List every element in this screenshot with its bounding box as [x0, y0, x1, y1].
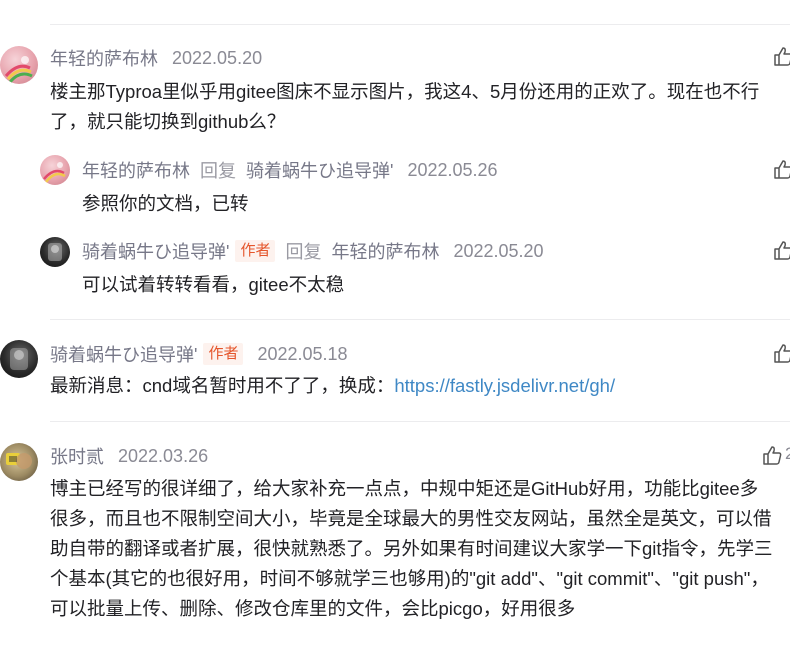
- comment-meta: 年轻的萨布林 2022.05.20: [50, 45, 262, 71]
- reply-to-username[interactable]: 骑着蜗牛ひ追导弹': [246, 157, 393, 183]
- reply-text: 参照你的文档，已转: [82, 193, 249, 214]
- comment-text: 楼主那Typroa里似乎用gitee图床不显示图片，我这4、5月份还用的正欢了。…: [50, 77, 759, 137]
- comment-text: 最新消息：cnd域名暂时用不了了，换成：https://fastly.jsdel…: [50, 371, 615, 401]
- comment-date: 2022.03.26: [118, 445, 209, 466]
- comment-link[interactable]: https://fastly.jsdelivr.net/gh/: [394, 375, 615, 396]
- avatar[interactable]: [40, 237, 70, 267]
- comment-line: 博主已经写的很详细了，给大家补充一点点，中规中矩还是GitHub好用，功能比gi…: [50, 478, 759, 499]
- divider: [50, 421, 790, 422]
- thumbs-up-icon[interactable]: [773, 343, 790, 363]
- comment-username[interactable]: 骑着蜗牛ひ追导弹': [50, 341, 197, 367]
- reply-username[interactable]: 骑着蜗牛ひ追导弹': [82, 238, 229, 264]
- comment-line: 楼主那Typroa里似乎用gitee图床不显示图片，我这4、5月份还用的正欢了。…: [50, 81, 760, 102]
- avatar[interactable]: [0, 46, 38, 84]
- avatar-image: [6, 453, 32, 469]
- thumbs-up-icon[interactable]: [773, 159, 790, 179]
- avatar[interactable]: [0, 340, 38, 378]
- reply-meta: 骑着蜗牛ひ追导弹' 作者 回复 年轻的萨布林 2022.05.20: [82, 238, 544, 264]
- comment-username[interactable]: 张时贰: [50, 443, 104, 469]
- divider: [50, 319, 790, 320]
- comment-text: 博主已经写的很详细了，给大家补充一点点，中规中矩还是GitHub好用，功能比gi…: [50, 474, 773, 624]
- comment-text-body: 最新消息：cnd域名暂时用不了了，换成：: [50, 375, 395, 396]
- reply-username[interactable]: 年轻的萨布林: [82, 157, 190, 183]
- divider: [50, 24, 790, 25]
- comment-line: 可以批量上传、删除、修改仓库里的文件，会比picgo，好用很多: [50, 598, 576, 619]
- avatar-image: [10, 348, 28, 370]
- avatar-image: [43, 162, 66, 183]
- avatar[interactable]: [40, 155, 70, 185]
- reply-text: 可以试着转转看看，gitee不太稳: [82, 274, 345, 295]
- reply-date: 2022.05.20: [453, 240, 544, 261]
- comment-date: 2022.05.18: [257, 343, 348, 364]
- comment-meta: 骑着蜗牛ひ追导弹' 作者 2022.05.18: [50, 341, 348, 367]
- reply-label: 回复: [285, 242, 322, 262]
- comment-meta: 张时贰 2022.03.26: [50, 443, 208, 469]
- like-count: 2: [785, 444, 790, 463]
- avatar[interactable]: [0, 443, 38, 481]
- comment-line: 了，就只能切换到github么？: [50, 111, 286, 132]
- comment-username[interactable]: 年轻的萨布林: [50, 45, 158, 71]
- avatar-image: [4, 56, 33, 83]
- reply-meta: 年轻的萨布林 回复 骑着蜗牛ひ追导弹' 2022.05.26: [82, 157, 498, 183]
- reply-to-username[interactable]: 年轻的萨布林: [331, 238, 439, 264]
- comment-line: 助自带的翻译或者扩展，很快就熟悉了。另外如果有时间建议大家学一下git指令，先学…: [50, 538, 773, 559]
- thumbs-up-icon[interactable]: [773, 240, 790, 260]
- author-badge: 作者: [203, 343, 244, 365]
- reply-date: 2022.05.26: [407, 159, 498, 180]
- comment-date: 2022.05.20: [172, 47, 263, 68]
- comment-line: 很多，而且也不限制空间大小，毕竟是全球最大的男性交友网站，虽然全是英文，可以借: [50, 508, 772, 529]
- thumbs-up-icon[interactable]: [773, 46, 790, 66]
- author-badge: 作者: [235, 240, 276, 262]
- reply-label: 回复: [200, 161, 236, 181]
- avatar-image: [48, 243, 62, 261]
- comment-line: 个基本(其它的也很好用，时间不够就学三也够用)的"git add"、"git c…: [50, 568, 769, 589]
- thumbs-up-icon[interactable]: [762, 445, 782, 465]
